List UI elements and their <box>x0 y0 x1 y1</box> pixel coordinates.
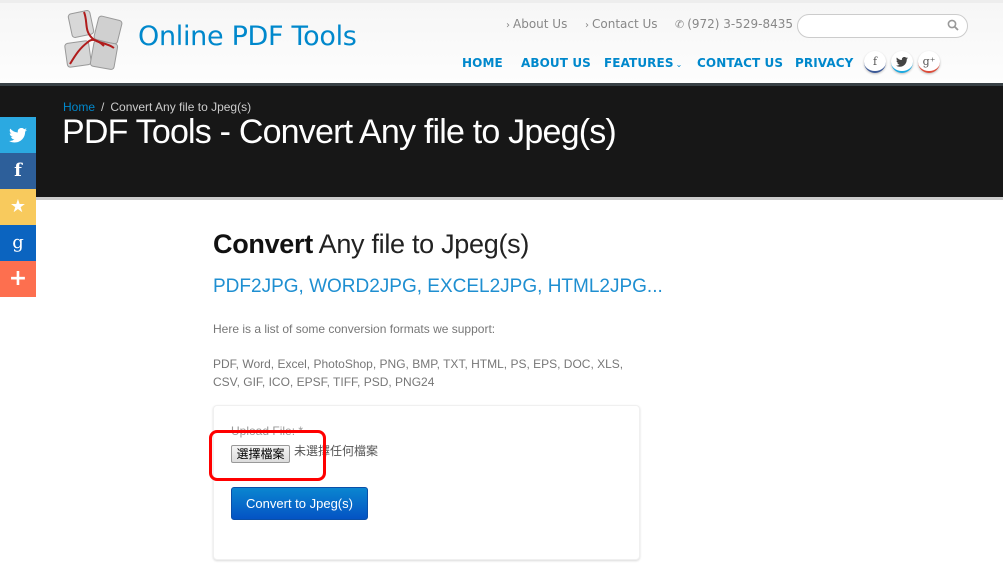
page-title: PDF Tools - Convert Any file to Jpeg(s) <box>62 113 617 151</box>
topbar-phone: ✆ (972) 3-529-8435 <box>675 17 793 31</box>
topbar-about-link[interactable]: › About Us <box>506 17 567 31</box>
share-google-button[interactable]: g <box>0 225 36 261</box>
breadcrumb-separator: / <box>101 100 105 114</box>
logo-text[interactable]: Online PDF Tools <box>138 21 357 52</box>
share-twitter-button[interactable] <box>0 117 36 153</box>
chevron-right-icon: › <box>585 20 589 31</box>
main-heading: Convert Any file to Jpeg(s) <box>213 229 529 260</box>
nav-privacy[interactable]: PRIVACY <box>795 56 853 70</box>
nav-home[interactable]: HOME <box>462 56 503 70</box>
nav-about-us[interactable]: ABOUT US <box>521 56 591 70</box>
intro-text: Here is a list of some conversion format… <box>213 322 496 336</box>
search-input[interactable] <box>797 14 968 38</box>
share-favorite-button[interactable]: ★ <box>0 189 36 225</box>
topbar-contact-label: Contact Us <box>592 17 658 31</box>
nav-contact-us[interactable]: CONTACT US <box>697 56 783 70</box>
nav-features-label: FEATURES <box>604 56 674 70</box>
formats-text: PDF, Word, Excel, PhotoShop, PNG, BMP, T… <box>213 357 624 389</box>
twitter-icon[interactable] <box>891 51 913 73</box>
main-heading-bold: Convert <box>213 229 313 259</box>
topbar-about-label: About Us <box>513 17 568 31</box>
sub-heading: PDF2JPG, WORD2JPG, EXCEL2JPG, HTML2JPG..… <box>213 276 663 297</box>
topbar-contact-link[interactable]: › Contact Us <box>585 17 658 31</box>
logo-icon[interactable] <box>62 8 130 72</box>
breadcrumb-current: Convert Any file to Jpeg(s) <box>110 100 252 114</box>
phone-icon: ✆ <box>675 18 685 31</box>
google-plus-icon[interactable]: g⁺ <box>918 51 940 73</box>
nav-features[interactable]: FEATURES ⌄ <box>604 56 682 70</box>
share-facebook-button[interactable]: f <box>0 153 36 189</box>
search-icon[interactable] <box>947 19 959 31</box>
google-icon: g <box>12 232 24 253</box>
site-header: Online PDF Tools › About Us › Contact Us ✆… <box>0 0 1003 83</box>
plus-icon: + <box>8 266 28 291</box>
chevron-down-icon: ⌄ <box>675 60 683 69</box>
chevron-right-icon: › <box>506 20 510 31</box>
banner-bottom-border <box>0 197 1003 200</box>
breadcrumb-home[interactable]: Home <box>63 100 95 114</box>
main-heading-light: Any file to Jpeg(s) <box>312 229 530 259</box>
twitter-icon <box>9 127 27 143</box>
share-more-button[interactable]: + <box>0 261 36 297</box>
breadcrumb: Home / Convert Any file to Jpeg(s) <box>63 100 251 114</box>
facebook-icon[interactable]: f <box>864 51 886 73</box>
phone-number: (972) 3-529-8435 <box>687 17 794 31</box>
highlight-annotation <box>209 430 326 481</box>
star-icon: ★ <box>9 196 27 217</box>
convert-button[interactable]: Convert to Jpeg(s) <box>231 487 368 520</box>
facebook-icon: f <box>14 160 22 181</box>
twitter-bird-icon <box>896 56 908 67</box>
